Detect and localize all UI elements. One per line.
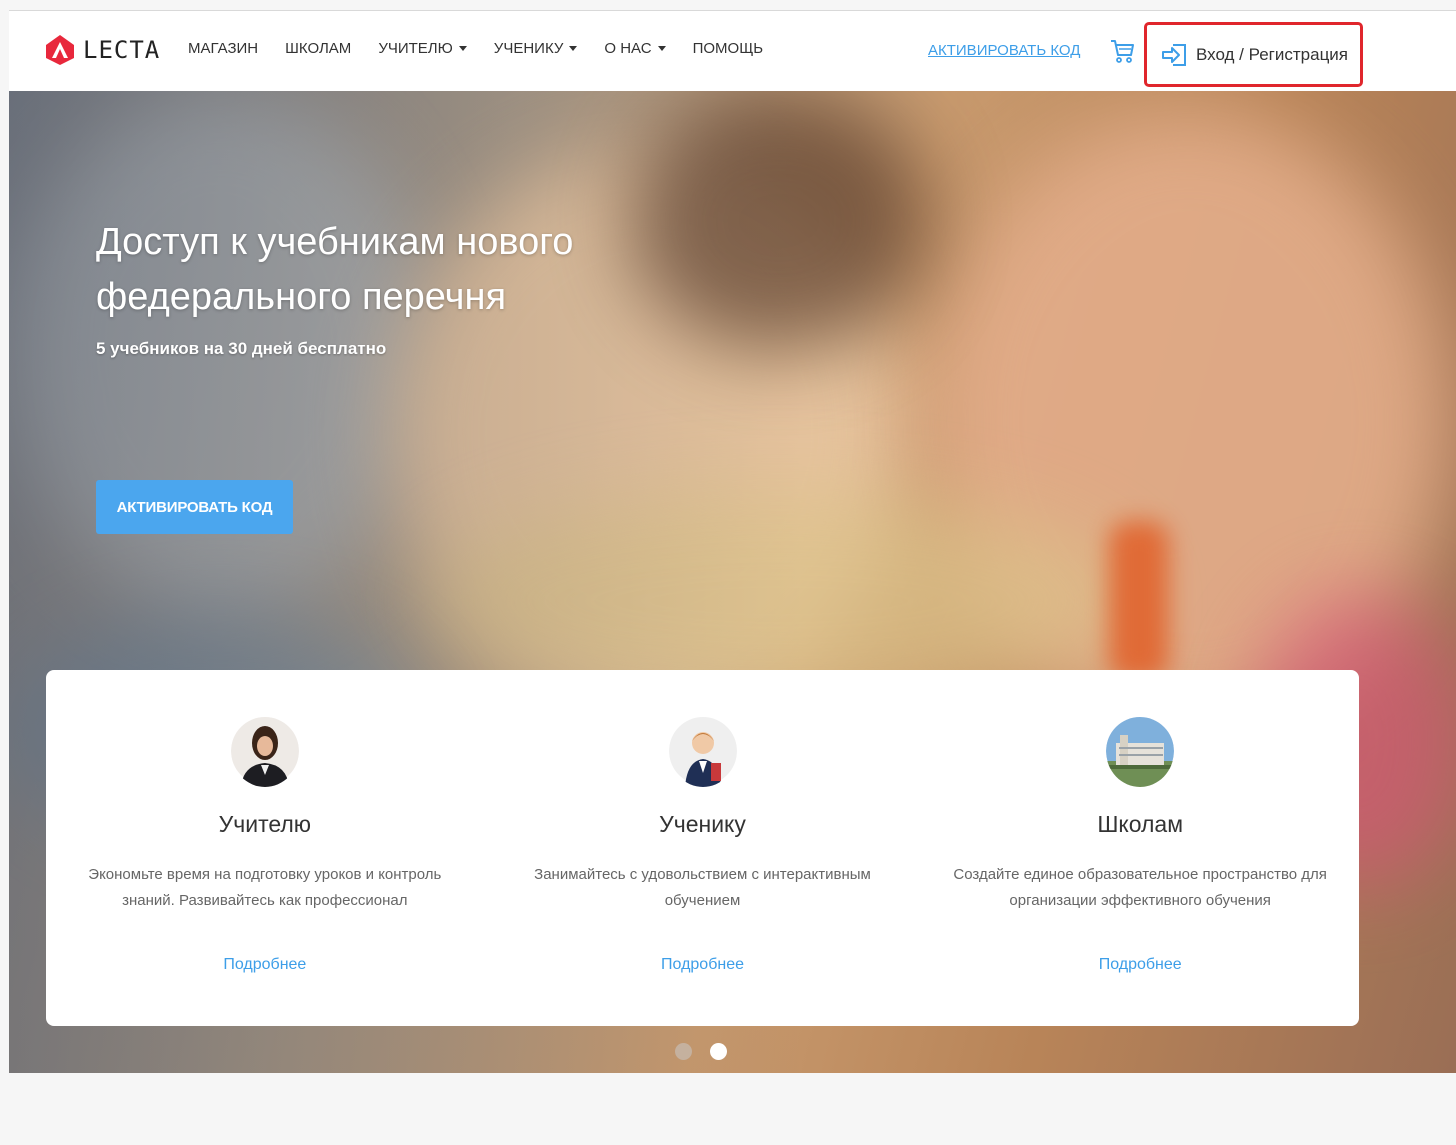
nav-about[interactable]: О НАС [604,40,666,57]
card-teacher-title: Учителю [218,811,312,837]
nav-schools-label: ШКОЛАМ [285,40,352,57]
nav-schools[interactable]: ШКОЛАМ [285,40,351,57]
card-student-more-link[interactable]: Подробнее [661,956,744,974]
card-schools-title: Школам [1097,811,1184,837]
nav-teacher[interactable]: УЧИТЕЛЮ [378,40,467,57]
lecta-logo[interactable]: LECTA [45,34,160,66]
chevron-down-icon [657,46,666,51]
card-schools-text: Создайте единое образовательное простран… [953,866,1327,909]
audience-cards: Учителю Экономьте время на подготовку ур… [46,670,1359,1026]
nav-shop-label: МАГАЗИН [188,40,259,57]
carousel-dot-2[interactable] [710,1043,727,1060]
activate-code-button[interactable]: АКТИВИРОВАТЬ КОД [96,480,293,534]
chevron-down-icon [458,46,467,51]
card-student-title: Ученику [659,811,746,837]
hero-title: Доступ к учебникам нового федерального п… [96,221,574,318]
nav-teacher-label: УЧИТЕЛЮ [378,40,453,57]
nav-about-label: О НАС [604,40,652,57]
carousel-dot-1[interactable] [675,1043,692,1060]
teacher-photo [230,715,299,787]
logo-text: LECTA [83,36,161,64]
card-schools: Школам Создайте единое образовательное п… [921,670,1359,1026]
nav-student[interactable]: УЧЕНИКУ [494,40,578,57]
cart-icon[interactable] [1109,38,1135,64]
card-schools-more-link[interactable]: Подробнее [1099,956,1182,974]
student-photo [668,715,737,787]
school-photo [1106,715,1175,787]
main-nav: МАГАЗИН ШКОЛАМ УЧИТЕЛЮ УЧЕНИКУ О НАС ПОМ… [188,40,790,57]
nav-student-label: УЧЕНИКУ [493,40,564,57]
nav-help-label: ПОМОЩЬ [692,40,764,57]
card-teacher: Учителю Экономьте время на подготовку ур… [46,670,484,1026]
login-register-button[interactable]: Вход / Регистрация [1144,22,1363,87]
card-teacher-more-link[interactable]: Подробнее [223,956,306,974]
site-header: LECTA МАГАЗИН ШКОЛАМ УЧИТЕЛЮ УЧЕНИКУ О Н… [9,11,1456,91]
card-student: Ученику Занимайтесь с удовольствием с ин… [484,670,922,1026]
carousel-dots [675,1043,727,1060]
login-icon [1162,43,1186,66]
nav-shop[interactable]: МАГАЗИН [188,40,258,57]
card-student-text: Занимайтесь с удовольствием с интерактив… [534,866,871,909]
lecta-logo-icon [46,35,74,65]
chevron-down-icon [569,46,578,51]
nav-help[interactable]: ПОМОЩЬ [693,40,764,57]
activate-code-link[interactable]: АКТИВИРОВАТЬ КОД [928,42,1080,59]
card-teacher-text: Экономьте время на подготовку уроков и к… [88,866,442,909]
hero-banner: Доступ к учебникам нового федерального п… [9,91,1456,1073]
login-register-label: Вход / Регистрация [1196,44,1349,64]
hero-subtitle: 5 учебников на 30 дней бесплатно [96,339,387,358]
